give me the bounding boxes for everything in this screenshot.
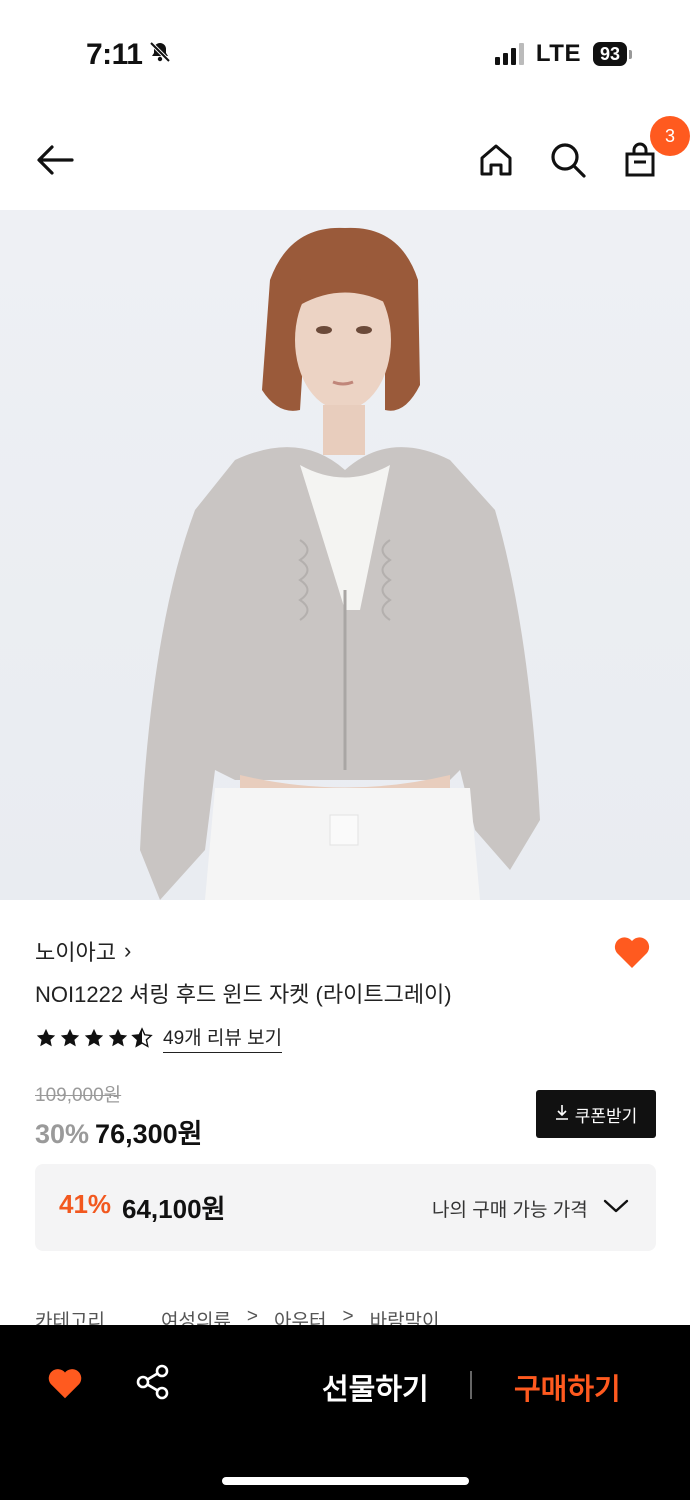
share-icon[interactable] [134,1363,172,1401]
bell-off-icon [148,38,172,72]
divider [470,1371,472,1399]
top-nav: 3 [0,110,690,210]
chevron-down-icon[interactable] [603,1197,629,1220]
signal-icon [494,43,524,65]
time-text: 7:11 [86,38,143,71]
brand-name: 노이아고 [35,940,116,965]
coupon-label: 쿠폰받기 [574,1106,638,1126]
star-icon [84,1028,104,1047]
product-image[interactable] [0,210,690,900]
heart-icon[interactable] [612,933,652,973]
bottom-action-bar: 선물하기 구매하기 [0,1325,690,1500]
home-indicator[interactable] [222,1477,469,1485]
download-icon [555,1104,569,1125]
status-bar: 7:11 LTE 93 [0,0,690,105]
heart-icon[interactable] [46,1365,84,1403]
sale-price: 76,300원 [95,1119,203,1149]
home-icon[interactable] [472,136,520,184]
cart-count-badge: 3 [650,116,690,156]
coupon-button[interactable]: 쿠폰받기 [536,1090,656,1138]
brand-link[interactable]: 노이아고 › [35,935,131,967]
discount-rate: 30% [35,1119,90,1149]
search-icon[interactable] [544,136,592,184]
star-icon [108,1028,128,1047]
star-icon [60,1028,80,1047]
product-title: NOI1222 셔링 후드 윈드 자켓 (라이트그레이) [35,982,452,1007]
review-link[interactable]: 49개 리뷰 보기 [163,1023,283,1053]
network-label: LTE [535,40,581,67]
status-time: 7:11 [86,38,172,72]
best-price-box[interactable]: 41% 64,100원 나의 구매 가능 가격 [35,1164,656,1251]
rating-row: 49개 리뷰 보기 [35,1023,283,1053]
star-icon [36,1028,56,1047]
best-price-label: 나의 구매 가능 가격 [432,1200,588,1221]
battery-level: 93 [592,42,627,66]
gift-button[interactable]: 선물하기 [322,1366,429,1408]
best-discount-rate: 41% [59,1189,112,1219]
chevron-right-icon: › [123,938,132,963]
buy-button[interactable]: 구매하기 [514,1366,621,1408]
battery-icon: 93 [592,42,632,66]
best-price-value: 64,100원 [122,1194,226,1224]
back-arrow-icon[interactable] [31,136,79,184]
star-half-icon [131,1027,153,1048]
rating-stars [35,1027,153,1049]
original-price: 109,000원 [35,1085,122,1106]
price-row: 30% 76,300원 [35,1112,202,1151]
